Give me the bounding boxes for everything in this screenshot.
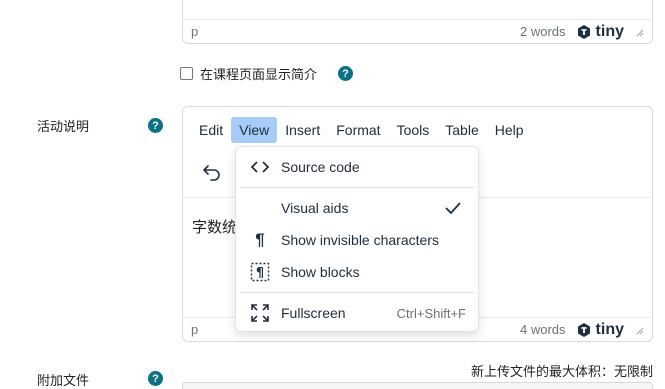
word-count[interactable]: 4 words (520, 322, 566, 337)
svg-text:¶: ¶ (256, 266, 264, 281)
show-blocks-icon: ¶ (250, 262, 270, 282)
tiny-logo-icon (577, 24, 590, 39)
word-count[interactable]: 2 words (520, 24, 566, 39)
menu-item-label: Visual aids (281, 200, 349, 216)
checkmark-icon (445, 202, 461, 215)
help-icon[interactable]: ? (148, 371, 163, 386)
resize-handle-icon[interactable] (634, 325, 644, 335)
menu-item-fullscreen[interactable]: Fullscreen Ctrl+Shift+F (236, 298, 478, 328)
show-description-label: 在课程页面显示简介 (200, 66, 318, 82)
attachments-label: 附加文件 (37, 373, 90, 388)
menu-item-visual-aids[interactable]: Visual aids (236, 193, 478, 223)
editor-menubar: Edit View Insert Format Tools Table Help (191, 117, 532, 143)
tiny-logo-text: tiny (595, 320, 624, 338)
menu-help[interactable]: Help (487, 117, 532, 143)
menu-item-label: Fullscreen (281, 305, 346, 321)
view-menu: Source code Visual aids ¶ Show invisible… (235, 146, 479, 332)
menu-item-label: Show blocks (281, 264, 360, 280)
help-icon[interactable]: ? (148, 118, 163, 133)
menu-item-label: Show invisible characters (281, 232, 439, 248)
tiny-logo[interactable]: tiny (576, 23, 624, 41)
max-upload-size: 新上传文件的最大体积：无限制 (470, 364, 653, 379)
tiny-logo-text: tiny (595, 22, 624, 40)
menu-item-show-invisible-characters[interactable]: ¶ Show invisible characters (236, 225, 478, 255)
fullscreen-icon (250, 303, 270, 323)
menu-insert[interactable]: Insert (277, 117, 328, 143)
pilcrow-icon: ¶ (255, 230, 265, 249)
show-description-row: 在课程页面显示简介 (180, 64, 317, 82)
top-editor-statusbar: p 2 words tiny (183, 19, 652, 43)
file-picker[interactable] (182, 382, 653, 389)
tiny-logo[interactable]: tiny (576, 321, 624, 339)
menu-table[interactable]: Table (437, 117, 486, 143)
top-editor: p 2 words tiny (182, 0, 653, 44)
menu-item-show-blocks[interactable]: ¶ Show blocks (236, 257, 478, 287)
show-description-checkbox[interactable] (180, 66, 193, 80)
activity-label: 活动说明 (37, 119, 90, 134)
source-code-icon (250, 157, 270, 177)
undo-icon[interactable] (201, 161, 223, 183)
menu-item-shortcut: Ctrl+Shift+F (396, 305, 466, 321)
resize-handle-icon[interactable] (634, 27, 644, 37)
menu-edit[interactable]: Edit (191, 117, 231, 143)
menu-separator (240, 187, 474, 188)
help-icon[interactable]: ? (338, 66, 353, 81)
menu-item-source-code[interactable]: Source code (236, 152, 478, 182)
menu-separator (240, 292, 474, 293)
tiny-logo-icon (577, 322, 590, 337)
element-path[interactable]: p (191, 322, 198, 337)
menu-item-label: Source code (281, 159, 360, 175)
menu-view[interactable]: View (231, 117, 278, 143)
menu-format[interactable]: Format (328, 117, 388, 143)
element-path[interactable]: p (191, 24, 198, 39)
menu-tools[interactable]: Tools (389, 117, 438, 143)
